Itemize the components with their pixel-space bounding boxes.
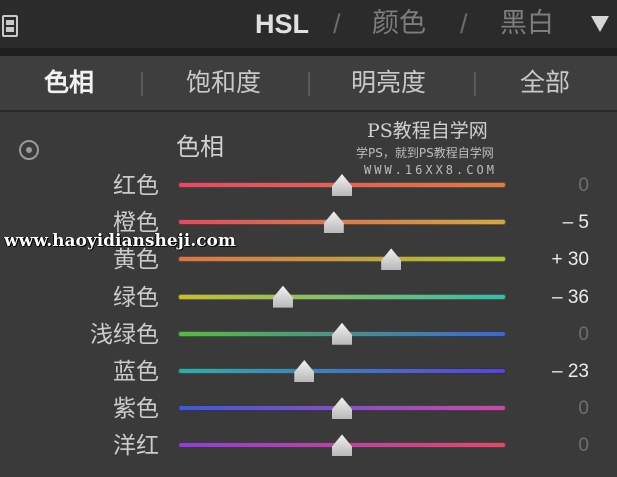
panel-header: HSL / 颜色 / 黑白 <box>0 0 617 48</box>
section-title: 色相 <box>176 133 224 161</box>
slider-track[interactable] <box>178 256 506 263</box>
slider-row: 浅绿色 0 <box>0 317 617 354</box>
mode-color[interactable]: 颜色 <box>372 6 426 42</box>
tab-divider <box>141 72 143 96</box>
tab-divider <box>474 72 476 96</box>
slider-value: – 36 <box>552 286 589 308</box>
slider-value: 0 <box>578 398 589 420</box>
tab-hue[interactable]: 色相 <box>44 66 94 100</box>
slider-label: 蓝色 <box>113 359 159 385</box>
watermark-title: PS教程自学网 <box>367 120 488 142</box>
slider-value: 0 <box>578 323 589 345</box>
mode-hsl[interactable]: HSL <box>255 6 309 42</box>
slider-row: 蓝色 – 23 <box>0 354 617 391</box>
watermark-subtitle: 学PS，就到PS教程自学网 <box>356 146 494 160</box>
tab-luminance[interactable]: 明亮度 <box>351 66 426 100</box>
slider-row: 洋红 0 <box>0 428 617 465</box>
panel-toggle-icon[interactable] <box>2 15 18 37</box>
slider-value: + 30 <box>551 249 589 271</box>
slider-label: 浅绿色 <box>90 321 159 348</box>
slider-thumb[interactable] <box>332 434 352 457</box>
slider-thumb[interactable] <box>381 248 402 271</box>
slider-row: 绿色 – 36 <box>0 280 617 317</box>
slider-thumb[interactable] <box>272 285 293 308</box>
slider-value: – 23 <box>552 361 589 382</box>
hsl-tabs: 色相 饱和度 明亮度 全部 <box>0 56 617 112</box>
watermark-url: WWW.16XX8.COM <box>364 163 497 177</box>
slider-label: 紫色 <box>113 396 159 423</box>
tab-divider <box>308 72 310 96</box>
slider-track[interactable] <box>178 368 506 374</box>
collapse-triangle-icon[interactable] <box>591 16 609 32</box>
targeted-adjustment-icon[interactable] <box>19 140 39 160</box>
mode-separator: / <box>333 9 341 39</box>
slider-row: 紫色 0 <box>0 391 617 428</box>
slider-value: 0 <box>578 175 589 196</box>
slider-label: 绿色 <box>113 284 159 311</box>
hue-panel: 色相 红色 0 橙色 – 5 黄色 + 30 绿色 – 36 浅绿色 0 蓝色 – 23 紫色 0 洋红 0 <box>0 114 617 477</box>
slider-track[interactable] <box>178 293 506 300</box>
tab-all[interactable]: 全部 <box>520 66 570 100</box>
slider-label: 红色 <box>113 173 159 199</box>
slider-value: – 5 <box>562 212 589 234</box>
tab-saturation[interactable]: 饱和度 <box>186 66 261 100</box>
slider-thumb[interactable] <box>323 211 344 234</box>
slider-thumb[interactable] <box>332 322 352 345</box>
slider-thumb[interactable] <box>332 174 352 196</box>
mode-black-white[interactable]: 黑白 <box>500 6 554 42</box>
slider-thumb[interactable] <box>332 397 352 420</box>
header-divider <box>0 48 617 56</box>
slider-value: 0 <box>578 435 589 457</box>
slider-row: 红色 0 <box>0 168 617 205</box>
slider-thumb[interactable] <box>294 360 315 382</box>
mode-separator: / <box>460 9 468 39</box>
watermark-site: www.haoyidiansheji.com <box>4 231 236 251</box>
slider-label: 洋红 <box>113 433 159 460</box>
